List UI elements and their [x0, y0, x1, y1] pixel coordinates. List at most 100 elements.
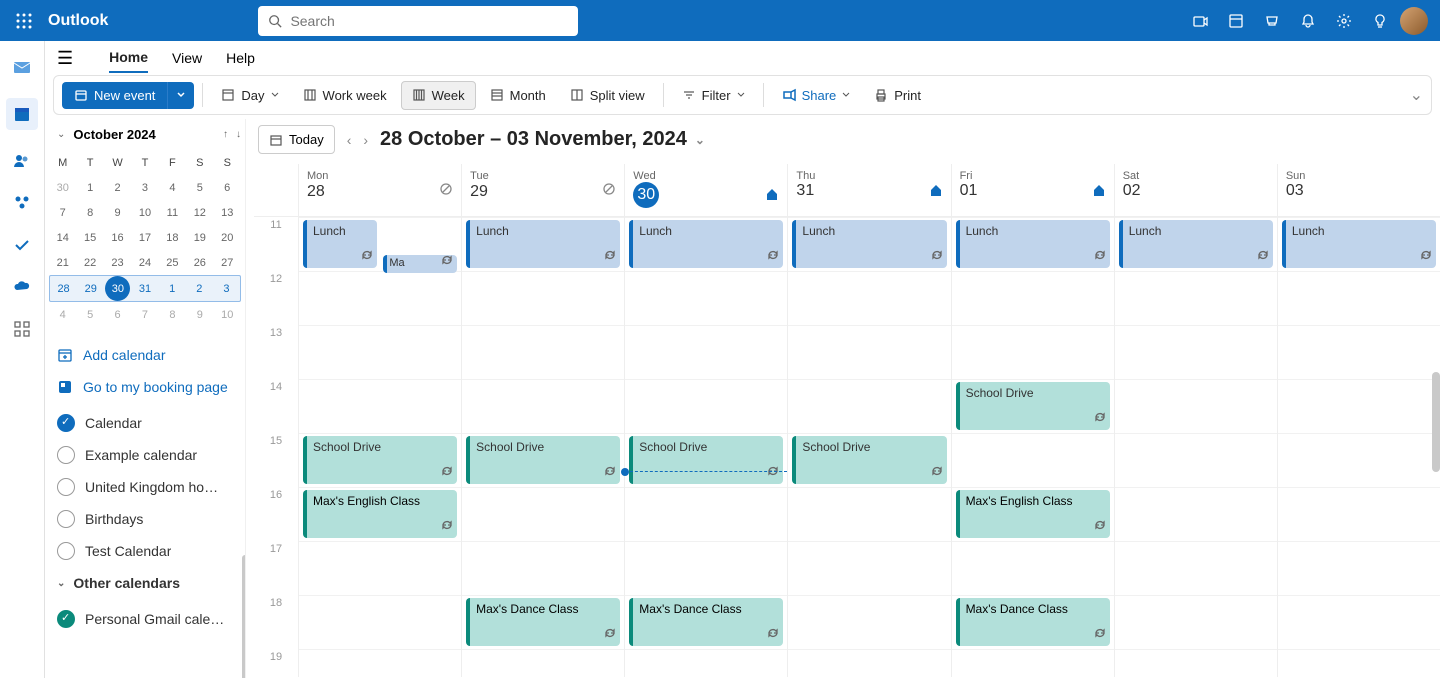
day-column[interactable]: Lunch [1277, 217, 1440, 677]
todo-icon[interactable] [11, 234, 33, 256]
date-range-label[interactable]: 28 October – 03 November, 2024 ⌄ [380, 128, 705, 151]
calendar-label: Test Calendar [85, 543, 171, 559]
calendar-item[interactable]: Example calendar [49, 439, 241, 471]
people-icon[interactable] [11, 150, 33, 172]
booking-page-link[interactable]: Go to my booking page [49, 371, 241, 403]
day-column[interactable]: Lunch [1114, 217, 1277, 677]
calendar-checkbox[interactable] [57, 414, 75, 432]
scrollbar[interactable] [1432, 372, 1440, 472]
tab-help[interactable]: Help [226, 44, 255, 72]
calendar-checkbox[interactable] [57, 510, 75, 528]
month-button[interactable]: Month [480, 82, 556, 109]
next-month-icon[interactable]: ↓ [236, 129, 241, 140]
calendar-event[interactable]: Lunch [1282, 220, 1436, 268]
calendar-event[interactable]: School Drive [303, 436, 457, 484]
day-column[interactable]: Lunch School Drive [787, 217, 950, 677]
calendar-event[interactable]: School Drive [629, 436, 783, 484]
calendar-item[interactable]: United Kingdom ho… [49, 471, 241, 503]
calendar-event[interactable]: Lunch [792, 220, 946, 268]
calendar-event[interactable]: Lunch [466, 220, 620, 268]
collapse-month-icon[interactable]: ⌄ [57, 129, 65, 140]
recurring-icon [767, 627, 779, 642]
new-event-chevron[interactable] [167, 82, 194, 109]
tab-home[interactable]: Home [109, 43, 148, 73]
day-header[interactable]: Mon28 [298, 164, 461, 216]
bell-icon[interactable] [1292, 5, 1324, 37]
calendar-item[interactable]: Test Calendar [49, 535, 241, 567]
calendar-event[interactable]: School Drive [956, 382, 1110, 430]
day-header[interactable]: Tue29 [461, 164, 624, 216]
add-calendar-link[interactable]: Add calendar [49, 339, 241, 371]
home-icon [1092, 183, 1106, 200]
waffle-icon[interactable] [0, 13, 48, 29]
calendar-event[interactable]: Max's English Class [956, 490, 1110, 538]
calendar-icon[interactable] [6, 98, 38, 130]
search-input[interactable] [290, 13, 568, 29]
day-column[interactable]: Lunch School Drive Max's Dance Class [624, 217, 787, 677]
day-header[interactable]: Wed30 [624, 164, 787, 216]
hamburger-icon[interactable]: ☰ [57, 48, 73, 69]
apps-icon[interactable] [11, 318, 33, 340]
search-box[interactable] [258, 6, 578, 36]
onedrive-icon[interactable] [11, 276, 33, 298]
notification-tray-icon[interactable] [1256, 5, 1288, 37]
prev-week-icon[interactable]: ‹ [347, 132, 352, 148]
day-header[interactable]: Thu31 [787, 164, 950, 216]
avatar[interactable] [1400, 7, 1428, 35]
day-header[interactable]: Fri01 [951, 164, 1114, 216]
calendar-plus-icon [74, 88, 88, 102]
calendar-event[interactable]: Max's Dance Class [466, 598, 620, 646]
lightbulb-icon[interactable] [1364, 5, 1396, 37]
calendar-event[interactable]: Max's English Class [303, 490, 457, 538]
calendar-item[interactable]: Personal Gmail cale… [49, 603, 241, 635]
calendar-event[interactable]: Lunch [1119, 220, 1273, 268]
calendar-item[interactable]: Calendar [49, 407, 241, 439]
groups-icon[interactable] [11, 192, 33, 214]
mini-calendar[interactable]: MTWTFSS301234567891011121314151617181920… [49, 150, 241, 327]
hour-label: 14 [254, 379, 298, 433]
home-icon [929, 183, 943, 200]
share-button[interactable]: Share [772, 82, 861, 109]
calendar-event[interactable]: School Drive [466, 436, 620, 484]
hour-label: 13 [254, 325, 298, 379]
calendar-event[interactable]: Max's Dance Class [629, 598, 783, 646]
new-event-button[interactable]: New event [62, 82, 167, 109]
calendar-label: United Kingdom ho… [85, 479, 218, 495]
split-view-button[interactable]: Split view [560, 82, 655, 109]
calendar-item[interactable]: Birthdays [49, 503, 241, 535]
mini-cal-header: ⌄ October 2024 ↑ ↓ [49, 127, 241, 142]
settings-icon[interactable] [1328, 5, 1360, 37]
calendar-checkbox[interactable] [57, 610, 75, 628]
prev-month-icon[interactable]: ↑ [223, 129, 228, 140]
chevron-down-icon[interactable]: ⌄ [1410, 85, 1423, 105]
work-week-button[interactable]: Work week [293, 82, 397, 109]
day-header[interactable]: Sun03 [1277, 164, 1440, 216]
day-icon[interactable] [1220, 5, 1252, 37]
scrollbar[interactable] [242, 555, 245, 678]
mail-icon[interactable] [11, 56, 33, 78]
week-button[interactable]: Week [401, 81, 476, 110]
day-column[interactable]: Lunch School Drive Max's Dance Class [461, 217, 624, 677]
calendar-event[interactable]: School Drive [792, 436, 946, 484]
teams-call-icon[interactable] [1184, 5, 1216, 37]
tab-view[interactable]: View [172, 44, 202, 72]
calendar-event[interactable]: Max's Dance Class [956, 598, 1110, 646]
day-column[interactable]: Lunch School Drive Max's English Class Max'… [951, 217, 1114, 677]
day-button[interactable]: Day [211, 82, 288, 109]
day-header[interactable]: Sat02 [1114, 164, 1277, 216]
calendar-event[interactable]: Ma [383, 255, 457, 273]
app-header: Outlook [0, 0, 1440, 41]
calendar-checkbox[interactable] [57, 478, 75, 496]
next-week-icon[interactable]: › [363, 132, 368, 148]
day-column[interactable]: Lunch Ma School Drive Max's English Class [298, 217, 461, 677]
calendar-event[interactable]: Lunch [956, 220, 1110, 268]
print-button[interactable]: Print [864, 82, 931, 109]
other-calendars-section[interactable]: ⌄Other calendars [49, 567, 241, 599]
today-button[interactable]: Today [258, 125, 335, 154]
sidebar: ⌄ October 2024 ↑ ↓ MTWTFSS30123456789101… [45, 119, 245, 678]
calendar-checkbox[interactable] [57, 542, 75, 560]
filter-button[interactable]: Filter [672, 82, 755, 109]
calendar-event[interactable]: Lunch [303, 220, 377, 268]
calendar-event[interactable]: Lunch [629, 220, 783, 268]
calendar-checkbox[interactable] [57, 446, 75, 464]
